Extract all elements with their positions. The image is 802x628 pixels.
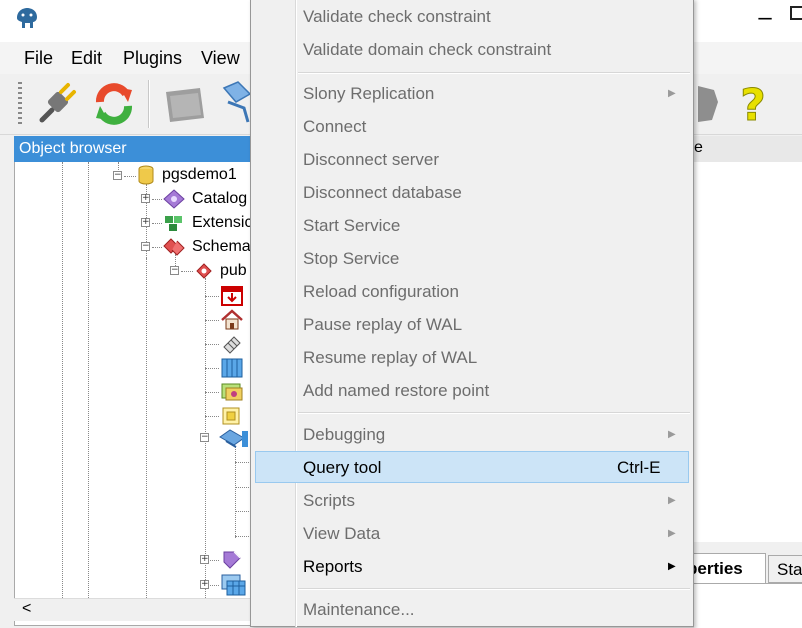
properties-icon[interactable] — [218, 80, 252, 124]
tree-guide-line — [235, 462, 249, 463]
toolbar-separator — [148, 80, 150, 128]
tree-guide-line — [235, 487, 249, 488]
menu-item-scripts[interactable]: Scripts — [303, 485, 355, 517]
collation-icon[interactable] — [220, 548, 244, 575]
expand-toggle[interactable]: + — [141, 194, 150, 203]
svg-text:?: ? — [740, 80, 766, 126]
context-menu-gutter — [295, 0, 297, 627]
submenu-arrow-icon: ▶ — [668, 88, 676, 99]
trigger-icon[interactable] — [220, 381, 244, 408]
toolbar-grip[interactable] — [18, 82, 22, 126]
tree-guide-line — [205, 416, 219, 417]
menu-item-slony-replication[interactable]: Slony Replication — [303, 78, 434, 110]
menu-file[interactable]: File — [24, 48, 53, 69]
menu-item-add-named-restore-point[interactable]: Add named restore point — [303, 375, 489, 407]
tree-guide-line — [205, 296, 219, 297]
tree-guide-line — [152, 223, 162, 224]
submenu-arrow-icon: ▶ — [668, 528, 676, 539]
menu-item-view-data[interactable]: View Data — [303, 518, 380, 550]
trigger-function-icon[interactable] — [220, 285, 244, 312]
menu-item-reports[interactable]: Reports — [303, 551, 363, 583]
schemas-icon[interactable] — [163, 237, 185, 262]
menu-item-debugging[interactable]: Debugging — [303, 419, 385, 451]
scroll-left-button[interactable]: < — [22, 600, 31, 618]
tree-guide-line — [205, 320, 219, 321]
menu-item-disconnect-server[interactable]: Disconnect server — [303, 144, 439, 176]
tree-guide-line — [152, 247, 162, 248]
submenu-arrow-icon: ▶ — [668, 561, 676, 572]
sql-icon[interactable] — [698, 82, 720, 126]
extension-icon[interactable] — [163, 213, 185, 238]
catalog-icon[interactable] — [163, 189, 185, 214]
tree-node-catalogs[interactable]: Catalog — [192, 190, 247, 208]
schema-icon[interactable] — [195, 262, 213, 285]
menu-item-start-service[interactable]: Start Service — [303, 210, 400, 242]
tree-node-database[interactable]: pgsdemo1 — [162, 166, 237, 184]
tree-guide-line — [88, 162, 89, 598]
properties-tab-content — [694, 583, 802, 628]
column-header-fragment: e — [694, 139, 703, 156]
help-icon[interactable]: ? — [733, 80, 773, 132]
menu-plugins[interactable]: Plugins — [123, 48, 182, 69]
submenu-arrow-icon: ▶ — [668, 495, 676, 506]
tree-guide-line — [205, 368, 219, 369]
menu-edit[interactable]: Edit — [71, 48, 102, 69]
tab-statistics[interactable]: Sta — [768, 555, 802, 583]
tree-guide-line — [152, 199, 162, 200]
splitter[interactable] — [694, 542, 802, 553]
minimize-button[interactable]: – — [752, 4, 778, 32]
menu-view[interactable]: View — [201, 48, 240, 69]
elephant-icon[interactable] — [14, 6, 40, 30]
database-icon[interactable] — [137, 165, 155, 190]
collapse-toggle[interactable]: − — [200, 433, 209, 442]
expand-toggle[interactable]: + — [200, 555, 209, 564]
expand-toggle[interactable]: + — [200, 580, 209, 589]
tree-guide-line — [235, 536, 249, 537]
domain-icon[interactable] — [220, 309, 244, 336]
properties-list-header: e — [694, 136, 802, 163]
submenu-arrow-icon: ▶ — [668, 429, 676, 440]
menu-item-stop-service[interactable]: Stop Service — [303, 243, 399, 275]
expand-toggle[interactable]: + — [141, 218, 150, 227]
object-browser-title: Object browser — [14, 136, 252, 162]
menu-item-connect[interactable]: Connect — [303, 111, 366, 143]
menu-separator — [298, 588, 690, 590]
tree-node-schemas[interactable]: Schema — [192, 238, 251, 256]
menu-item-maintenance[interactable]: Maintenance... — [303, 594, 415, 626]
sequence-icon[interactable] — [220, 333, 244, 360]
plug-icon[interactable] — [34, 80, 80, 126]
tree-guide-line — [205, 392, 219, 393]
collapse-toggle[interactable]: − — [141, 242, 150, 251]
horizontal-scrollbar[interactable] — [14, 598, 252, 621]
menu-item-query-tool[interactable]: Query tool — [303, 452, 381, 484]
collapse-toggle[interactable]: − — [170, 266, 179, 275]
tree-guide-line — [181, 271, 193, 272]
menu-item-resume-replay-wal[interactable]: Resume replay of WAL — [303, 342, 477, 374]
tree-guide-line — [235, 446, 236, 538]
tree-node-extensions[interactable]: Extensic — [192, 214, 252, 232]
tree-node-public[interactable]: pub — [220, 262, 247, 280]
menu-item-validate-check-constraint[interactable]: Validate check constraint — [303, 1, 491, 33]
menu-separator — [298, 412, 690, 414]
maximize-button[interactable] — [790, 6, 802, 20]
menu-separator — [298, 72, 690, 74]
menu-item-validate-domain-check-constraint[interactable]: Validate domain check constraint — [303, 34, 551, 66]
menu-item-pause-replay-wal[interactable]: Pause replay of WAL — [303, 309, 462, 341]
views-icon[interactable] — [218, 427, 248, 454]
query-tool-shortcut: Ctrl-E — [617, 458, 661, 477]
tree-guide-line — [235, 511, 249, 512]
refresh-icon[interactable] — [90, 80, 138, 128]
object-browser-panel — [14, 136, 252, 626]
server-icon[interactable] — [160, 82, 208, 126]
collapse-toggle[interactable]: − — [113, 171, 122, 180]
tree-guide-line — [146, 258, 147, 598]
tree-guide-line — [124, 176, 136, 177]
tables-icon[interactable] — [220, 357, 244, 384]
menu-item-disconnect-database[interactable]: Disconnect database — [303, 177, 462, 209]
tree-guide-line — [62, 162, 63, 598]
menu-item-reload-configuration[interactable]: Reload configuration — [303, 276, 459, 308]
properties-list — [694, 162, 802, 542]
tree-guide-line — [205, 344, 219, 345]
